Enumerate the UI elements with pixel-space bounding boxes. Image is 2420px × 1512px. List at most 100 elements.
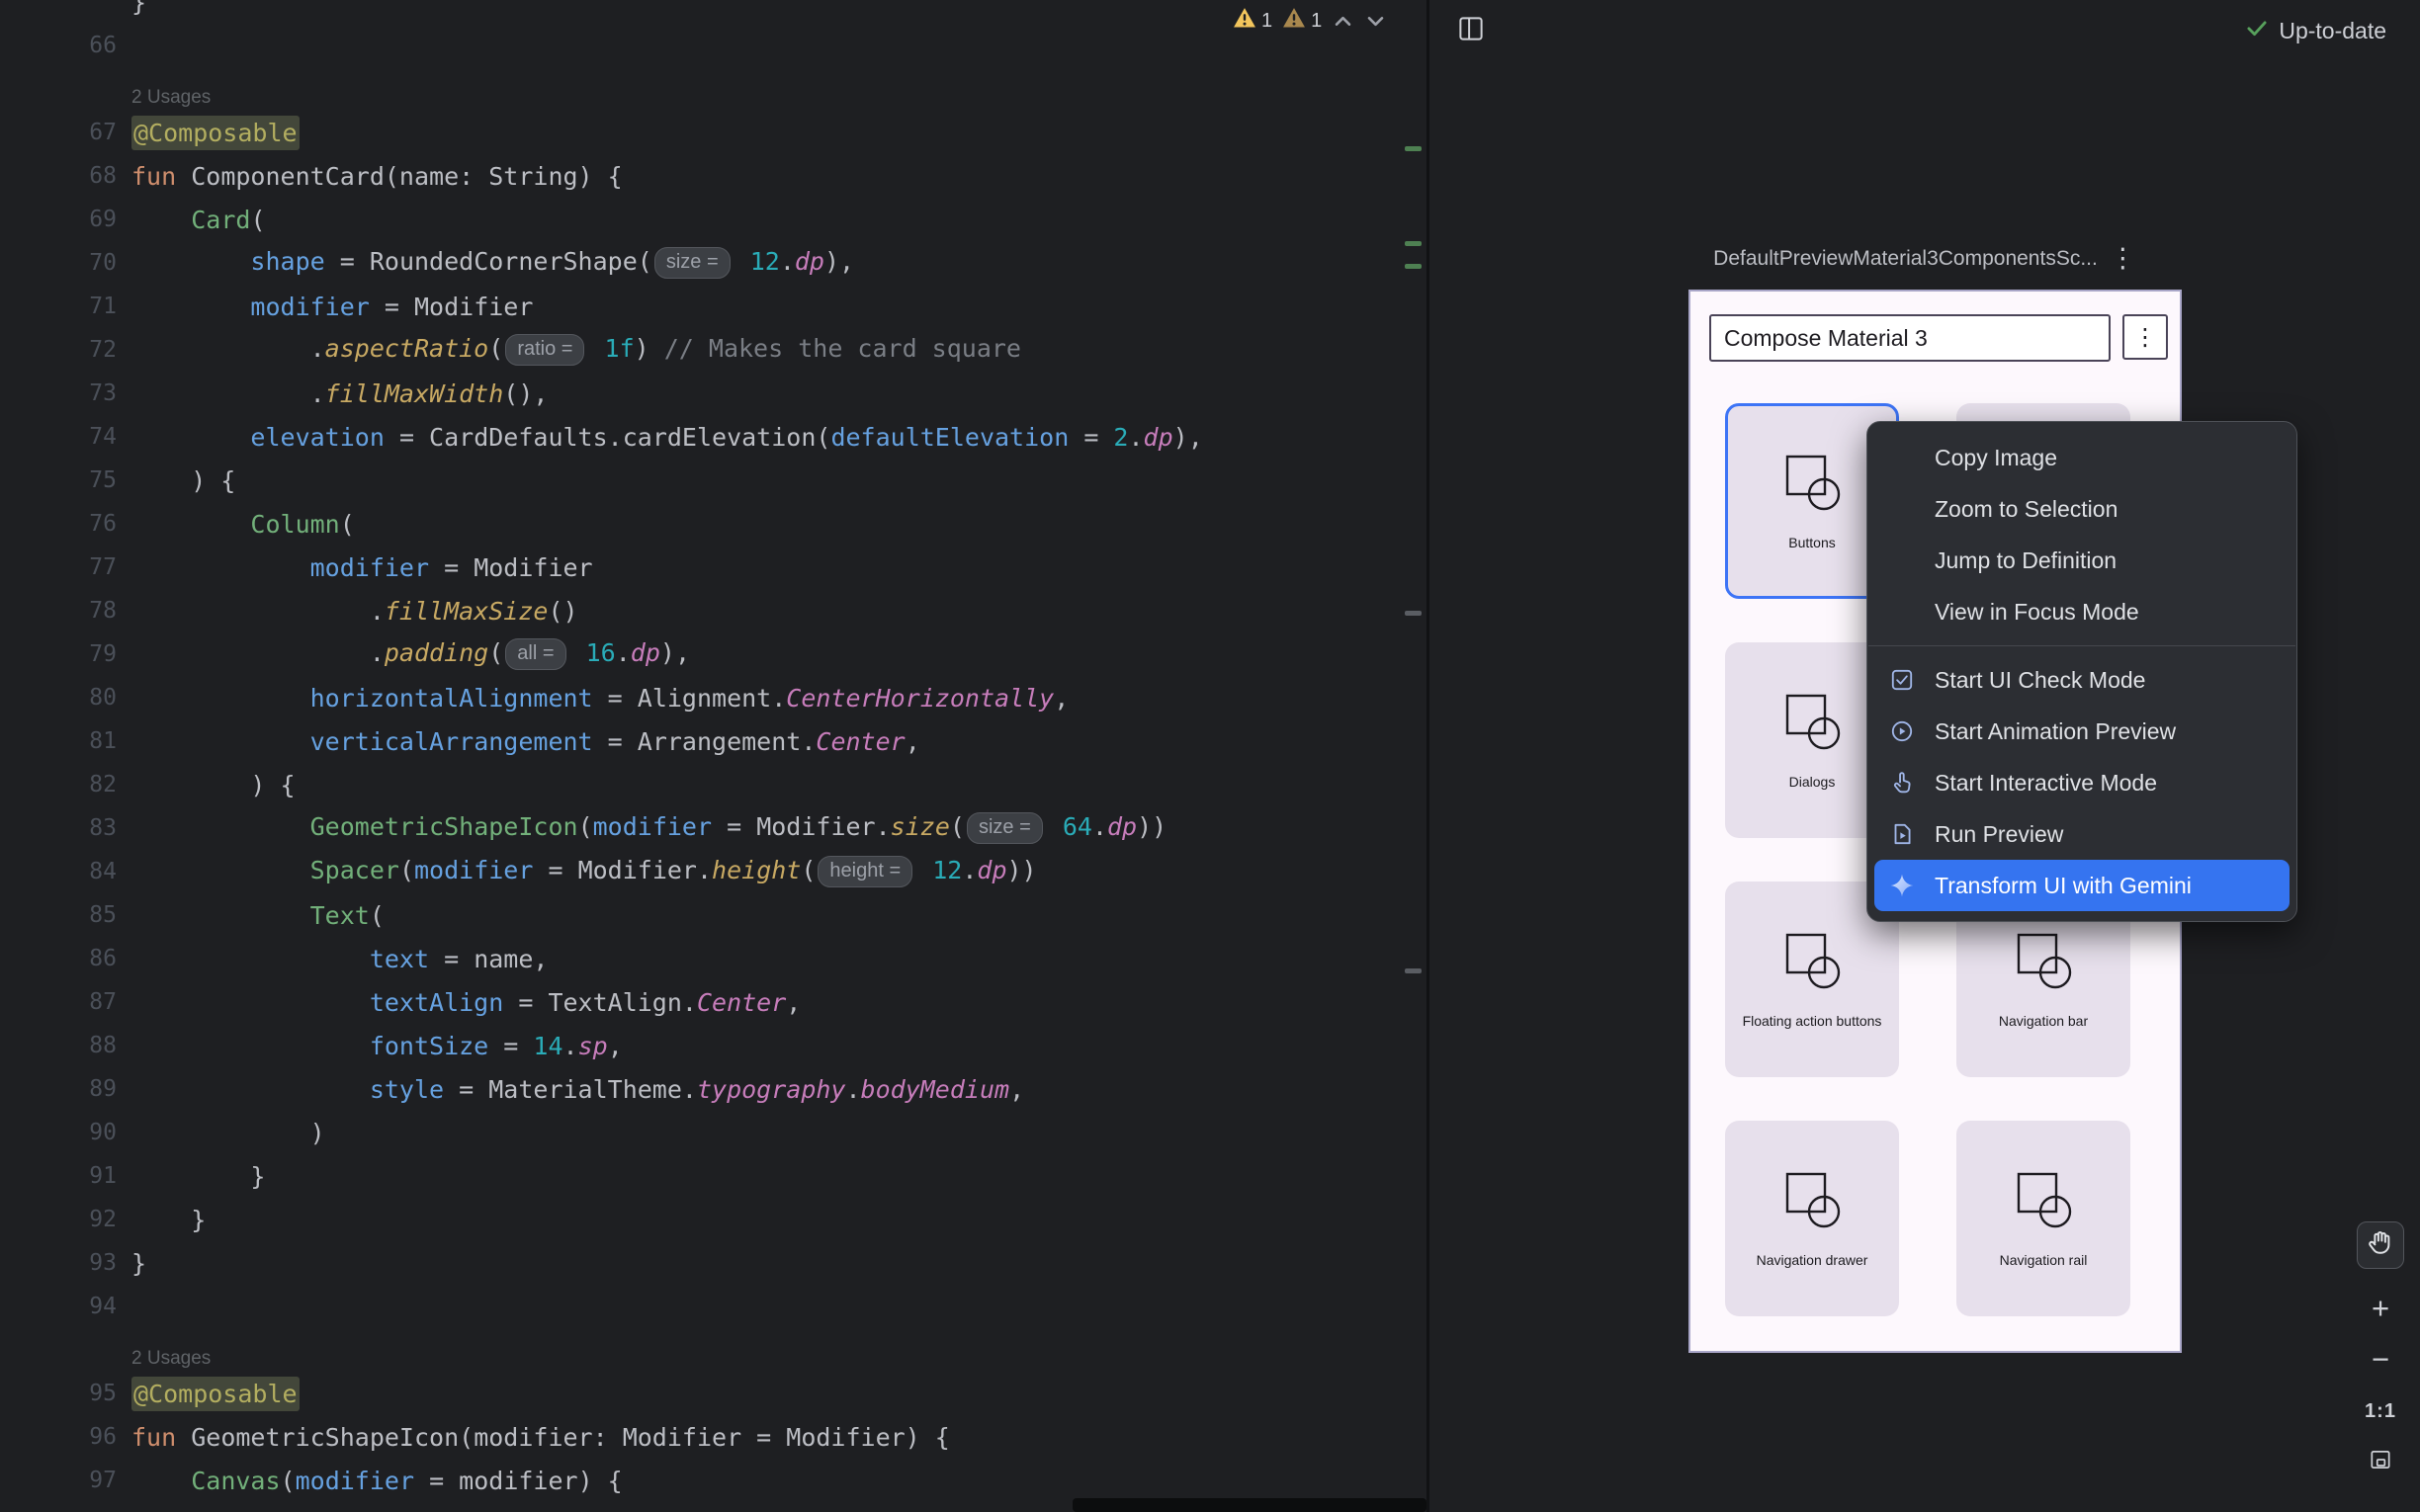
zoom-to-fit-button[interactable] <box>2357 1437 2404 1488</box>
weak-warning-indicator[interactable]: 1 <box>1282 6 1322 36</box>
line-number: 70 <box>0 250 117 276</box>
geometric-shape-icon <box>1780 1170 1844 1234</box>
code-line: 78 .fillMaxSize() <box>0 589 1426 632</box>
preview-title: DefaultPreviewMaterial3ComponentsSc... <box>1713 247 2098 271</box>
code-line: 88 fontSize = 14.sp, <box>0 1024 1426 1067</box>
preview-layout-icon[interactable] <box>1456 14 1486 43</box>
menu-item-zoom-to-selection[interactable]: Zoom to Selection <box>1867 483 2296 535</box>
parameter-hint: size = <box>654 247 731 279</box>
pan-tool-button[interactable] <box>2357 1221 2404 1269</box>
warning-count: 1 <box>1261 10 1272 33</box>
vcs-change-marker[interactable] <box>1405 241 1422 246</box>
line-number: 97 <box>0 1468 117 1493</box>
code-line: 75 ) { <box>0 459 1426 502</box>
line-number: 89 <box>0 1076 117 1102</box>
line-number: 69 <box>0 207 117 232</box>
menu-item-transform-ui-with-gemini[interactable]: Transform UI with Gemini <box>1874 860 2290 911</box>
zoom-in-button[interactable]: + <box>2357 1283 2404 1334</box>
preview-card-label: Floating action buttons <box>1743 1013 1882 1029</box>
geometric-shape-icon <box>1780 931 1844 995</box>
preview-card-label: Navigation rail <box>2000 1252 2088 1268</box>
preview-card-label: Navigation bar <box>1999 1013 2088 1029</box>
preview-card-navigation-rail[interactable]: Navigation rail <box>1956 1121 2130 1316</box>
vcs-change-marker[interactable] <box>1405 146 1422 151</box>
status-label: Up-to-date <box>2279 18 2386 44</box>
code-line: 80 horizontalAlignment = Alignment.Cente… <box>0 676 1426 719</box>
usages-hint-label[interactable]: 2 Usages <box>131 87 211 109</box>
line-number: 94 <box>0 1294 117 1319</box>
menu-item-copy-image[interactable]: Copy Image <box>1867 432 2296 483</box>
code-line: 69 Card( <box>0 198 1426 241</box>
vcs-change-marker[interactable] <box>1405 264 1422 269</box>
code-line: 77 modifier = Modifier <box>0 546 1426 589</box>
warning-indicator[interactable]: 1 <box>1233 6 1272 36</box>
line-number: 79 <box>0 641 117 667</box>
code-line: 91 } <box>0 1154 1426 1198</box>
parameter-hint: ratio = <box>505 334 584 366</box>
menu-item-view-in-focus-mode[interactable]: View in Focus Mode <box>1867 586 2296 637</box>
line-number: 92 <box>0 1207 117 1232</box>
preview-card-navigation-drawer[interactable]: Navigation drawer <box>1725 1121 1899 1316</box>
line-number: 71 <box>0 294 117 319</box>
menu-item-run-preview[interactable]: Run Preview <box>1867 808 2296 860</box>
line-number: 88 <box>0 1033 117 1058</box>
line-number: 95 <box>0 1381 117 1406</box>
code-line: 67@Composable <box>0 111 1426 154</box>
code-line: 66 <box>0 24 1426 67</box>
prev-problem-chevron-up-icon[interactable] <box>1332 10 1354 33</box>
line-number: 85 <box>0 902 117 928</box>
menu-item-start-interactive-mode[interactable]: Start Interactive Mode <box>1867 757 2296 808</box>
code-line: 90 ) <box>0 1111 1426 1154</box>
menu-item-label: Start Animation Preview <box>1935 718 2176 745</box>
usages-hint[interactable]: 2 Usages <box>0 1328 1426 1372</box>
code-line: 87 textAlign = TextAlign.Center, <box>0 980 1426 1024</box>
zoom-out-button[interactable]: − <box>2357 1334 2404 1386</box>
menu-icon-spacer <box>1889 599 1929 625</box>
geometric-shape-icon <box>1780 453 1844 517</box>
usages-hint[interactable]: 2 Usages <box>0 67 1426 111</box>
code-line: 82 ) { <box>0 763 1426 806</box>
check-icon <box>2245 16 2269 45</box>
code-line: 74 elevation = CardDefaults.cardElevatio… <box>0 415 1426 459</box>
code-editor[interactable]: }662 Usages67@Composable68fun ComponentC… <box>0 0 1426 1512</box>
inspections-widget: 1 1 <box>1233 6 1387 36</box>
preview-more-kebab-icon[interactable]: ⋮ <box>2110 245 2136 272</box>
parameter-hint: size = <box>967 812 1043 844</box>
menu-item-label: Run Preview <box>1935 821 2063 848</box>
code-line: } <box>0 0 1426 24</box>
interactive-mode-icon <box>1889 770 1929 796</box>
fit-to-screen-icon <box>2368 1445 2393 1480</box>
line-number: 84 <box>0 859 117 884</box>
menu-separator <box>1868 645 2295 646</box>
code-line: 84 Spacer(modifier = Modifier.height(hei… <box>0 850 1426 893</box>
zoom-actual-size-button[interactable]: 1:1 <box>2357 1386 2404 1437</box>
geometric-shape-icon <box>2012 1170 2075 1234</box>
menu-item-label: View in Focus Mode <box>1935 599 2139 626</box>
geometric-shape-icon <box>2012 931 2075 995</box>
editor-error-stripe[interactable] <box>1396 0 1426 1512</box>
animation-preview-icon <box>1889 718 1929 744</box>
menu-item-start-ui-check-mode[interactable]: Start UI Check Mode <box>1867 654 2296 706</box>
line-number: 81 <box>0 728 117 754</box>
line-number: 90 <box>0 1120 117 1145</box>
usages-hint-label[interactable]: 2 Usages <box>131 1348 211 1370</box>
ui-check-icon <box>1889 667 1929 693</box>
code-line: 85 Text( <box>0 893 1426 937</box>
menu-item-start-animation-preview[interactable]: Start Animation Preview <box>1867 706 2296 757</box>
weak-warning-icon <box>1282 6 1306 36</box>
preview-card-label: Dialogs <box>1789 774 1836 790</box>
menu-icon-spacer <box>1889 445 1929 470</box>
next-problem-chevron-down-icon[interactable] <box>1364 10 1387 33</box>
preview-title-bar: DefaultPreviewMaterial3ComponentsSc... ⋮ <box>1429 245 2420 272</box>
android-studio-window: }662 Usages67@Composable68fun ComponentC… <box>0 0 2420 1512</box>
code-line: 76 Column( <box>0 502 1426 546</box>
analysis-marker[interactable] <box>1405 611 1422 616</box>
zoom-controls: + − 1:1 <box>2357 1283 2404 1488</box>
run-preview-icon <box>1889 821 1929 847</box>
analysis-marker[interactable] <box>1405 968 1422 973</box>
line-number: 87 <box>0 989 117 1015</box>
line-number: 66 <box>0 33 117 58</box>
horizontal-scrollbar[interactable] <box>1073 1498 1426 1512</box>
code-line: 83 GeometricShapeIcon(modifier = Modifie… <box>0 806 1426 850</box>
menu-item-jump-to-definition[interactable]: Jump to Definition <box>1867 535 2296 586</box>
